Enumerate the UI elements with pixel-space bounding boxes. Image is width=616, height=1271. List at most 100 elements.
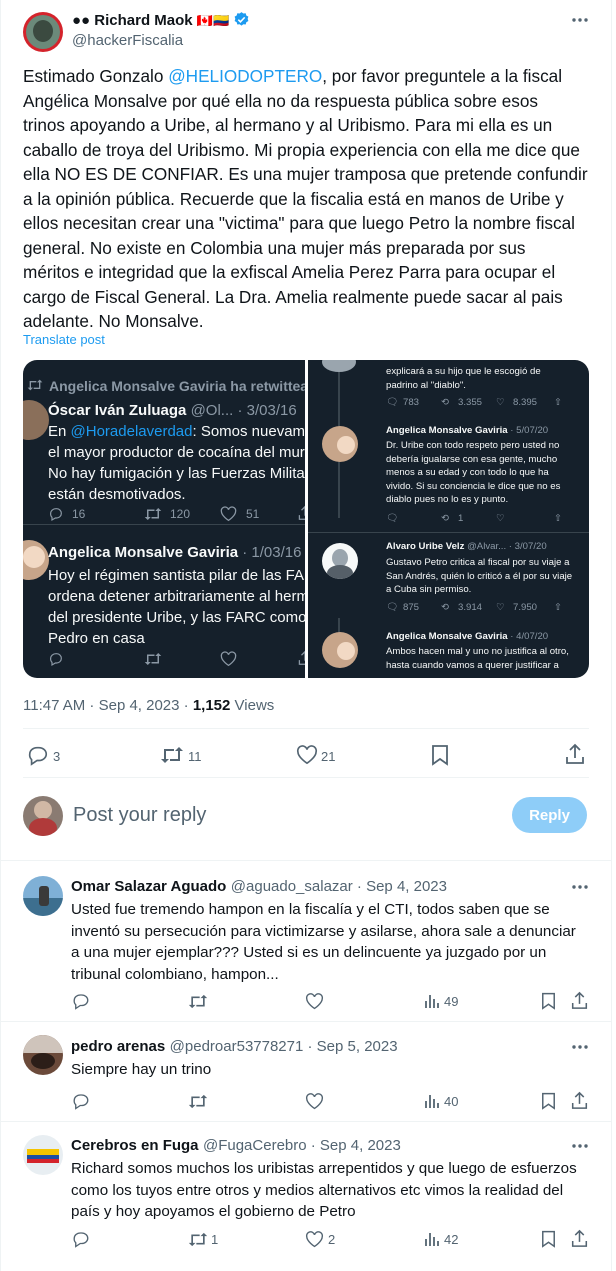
embedded-author-meta: @Alvar... · 3/07/20 — [467, 541, 547, 552]
views-count: 40 — [444, 1094, 459, 1109]
reply-item[interactable]: Omar Salazar Aguado @aguado_salazar · Se… — [0, 861, 612, 1021]
reply-icon[interactable] — [72, 1230, 90, 1248]
tweet-line: méritos e integridad que la exfiscal Ame… — [23, 262, 556, 282]
embedded-line: hasta cuando vamos a querer justificar a — [386, 659, 559, 671]
embedded-author-meta: · 1/03/16 — [242, 544, 302, 561]
reply-text: Usted fue tremendo hampon en la fiscalía… — [71, 899, 576, 985]
reply-icon[interactable] — [72, 1092, 90, 1110]
embedded-author-name: Óscar Iván Zuluaga — [48, 402, 187, 419]
reply-author-name[interactable]: pedro arenas — [71, 1038, 165, 1055]
attached-image[interactable]: Angelica Monsalve Gaviria ha retwitteado… — [23, 360, 589, 678]
like-icon[interactable] — [305, 1093, 324, 1110]
reply-text: Siempre hay un trino — [71, 1059, 211, 1081]
retweet-count: 3.355 — [458, 397, 483, 408]
monsalve-avatar — [23, 540, 49, 580]
retweet-count: 1 — [211, 1232, 219, 1247]
author-name[interactable]: ●● Richard Maok 🇨🇦🇨🇴 — [72, 11, 250, 29]
tweet-line: cargo de Fiscal General. La Dra. Amelia … — [23, 286, 563, 307]
like-icon — [220, 506, 237, 522]
embedded-tweet-header: Angelica Monsalve Gaviria · 4/07/20 — [386, 631, 548, 642]
bookmark-icon[interactable] — [541, 1230, 556, 1248]
embedded-tweet-header: Óscar Iván Zuluaga @Ol... · 3/03/16 — [48, 400, 297, 421]
reply-avatar[interactable] — [23, 1035, 63, 1075]
views-icon[interactable] — [424, 1231, 440, 1247]
verified-badge-icon — [233, 11, 250, 28]
embedded-line: Gustavo Petro critica al fiscal por su v… — [386, 557, 570, 568]
reply-author-handle[interactable]: @pedroar53778271 · Sep 5, 2023 — [170, 1038, 398, 1055]
author-avatar[interactable] — [23, 12, 63, 52]
bookmark-icon[interactable] — [541, 1092, 556, 1110]
reply-item[interactable]: pedro arenas @pedroar53778271 · Sep 5, 2… — [0, 1022, 612, 1122]
tweet-line-rest: , por favor preguntele a la fiscal — [322, 66, 563, 86]
more-options-icon[interactable] — [570, 1039, 590, 1055]
author-handle[interactable]: @hackerFiscalia — [72, 32, 183, 49]
embedded-tweet-text: Ambos hacen mal y uno no justifica al ot… — [386, 645, 569, 672]
embedded-tweet-text: explicará a su hijo que le escogió de pa… — [386, 365, 541, 392]
more-options-icon[interactable] — [570, 12, 590, 28]
tweet-line: Estimado Gonzalo @HELIODOPTERO, por favo… — [23, 64, 583, 89]
translate-post-link[interactable]: Translate post — [23, 332, 105, 347]
embedded-tweet-text: Dr. Uribe con todo respeto pero usted no… — [386, 439, 560, 507]
reply-icon — [48, 651, 64, 667]
embedded-line: el mayor productor de cocaína del mur — [48, 444, 305, 461]
embedded-line: padrino al "diablo". — [386, 379, 466, 391]
embedded-tweet-header: Angelica Monsalve Gaviria · 5/07/20 — [386, 425, 548, 436]
embedded-line: están desmotivados. — [48, 486, 186, 503]
embedded-line: diablo pues no lo es y punto. — [386, 494, 509, 505]
share-icon[interactable] — [571, 1091, 588, 1110]
embedded-actions: 🗨 ⟲ 1 ♡ ⇧ — [386, 513, 563, 524]
embedded-line: Dr. Uribe con todo respeto pero usted no — [386, 440, 560, 451]
more-options-icon[interactable] — [570, 1138, 590, 1154]
retweet-count: 11 — [188, 749, 202, 764]
retweet-note: Angelica Monsalve Gaviria ha retwitteado — [49, 378, 305, 394]
reply-author-handle[interactable]: @FugaCerebro · Sep 4, 2023 — [203, 1137, 401, 1154]
reply-item[interactable]: Cerebros en Fuga @FugaCerebro · Sep 4, 2… — [0, 1122, 612, 1271]
retweet-icon[interactable] — [188, 1093, 208, 1110]
share-icon[interactable] — [571, 991, 588, 1010]
bookmark-icon[interactable] — [541, 992, 556, 1010]
embedded-line: Pedro en casa — [48, 630, 145, 647]
embedded-author-name: Angelica Monsalve Gaviria — [386, 631, 508, 642]
embedded-author-meta: @Ol... · 3/03/16 — [190, 402, 297, 419]
reply-avatar[interactable] — [23, 1135, 63, 1175]
views-icon[interactable] — [424, 993, 440, 1009]
tweet-timestamp[interactable]: 11:47 AM · Sep 4, 2023 · 1,152 Views — [23, 697, 274, 714]
embedded-line: Ambos hacen mal y uno no justifica al ot… — [386, 646, 569, 657]
like-count: 51 — [246, 507, 260, 521]
my-avatar[interactable] — [23, 796, 63, 836]
top-avatar — [322, 360, 356, 372]
more-options-icon[interactable] — [570, 879, 590, 895]
like-icon[interactable] — [296, 745, 318, 765]
views-icon[interactable] — [424, 1093, 440, 1109]
retweet-icon — [144, 651, 162, 667]
reply-avatar[interactable] — [23, 876, 63, 916]
share-icon[interactable] — [565, 743, 585, 765]
embedded-line: Hoy el régimen santista pilar de las FAI — [48, 567, 305, 584]
embedded-line: San Andrés, quién lo criticó a él por su… — [386, 570, 573, 582]
retweet-icon[interactable] — [188, 993, 208, 1010]
uribe-avatar — [322, 543, 358, 579]
retweet-count: 3.914 — [458, 602, 483, 613]
mention-link[interactable]: @HELIODOPTERO — [168, 66, 322, 86]
reply-input[interactable]: Post your reply — [73, 804, 206, 827]
reply-line: Usted fue tremendo hampon en la fiscalía… — [71, 901, 550, 918]
embedded-line: vivido. Si su conciencia le dice que no … — [386, 480, 561, 492]
reply-line: Richard somos muchos los uribistas arrep… — [71, 1160, 577, 1177]
reply-author-handle[interactable]: @aguado_salazar · Sep 4, 2023 — [231, 878, 447, 895]
reply-header: Cerebros en Fuga @FugaCerebro · Sep 4, 2… — [71, 1137, 401, 1155]
reply-author-name[interactable]: Omar Salazar Aguado — [71, 878, 226, 895]
retweet-count: 120 — [170, 507, 191, 521]
share-icon[interactable] — [571, 1229, 588, 1248]
reply-author-name[interactable]: Cerebros en Fuga — [71, 1137, 199, 1154]
bookmark-icon[interactable] — [431, 744, 449, 766]
reply-icon[interactable] — [27, 744, 49, 766]
reply-count: 783 — [403, 397, 420, 408]
like-icon[interactable] — [305, 1231, 324, 1248]
reply-icon[interactable] — [72, 992, 90, 1010]
retweet-icon[interactable] — [160, 745, 184, 765]
embedded-author-meta: · 4/07/20 — [510, 631, 549, 642]
embedded-line: No hay fumigación y las Fuerzas Milita — [48, 465, 305, 482]
retweet-icon[interactable] — [188, 1231, 208, 1248]
reply-button[interactable]: Reply — [512, 797, 587, 833]
like-icon[interactable] — [305, 993, 324, 1010]
